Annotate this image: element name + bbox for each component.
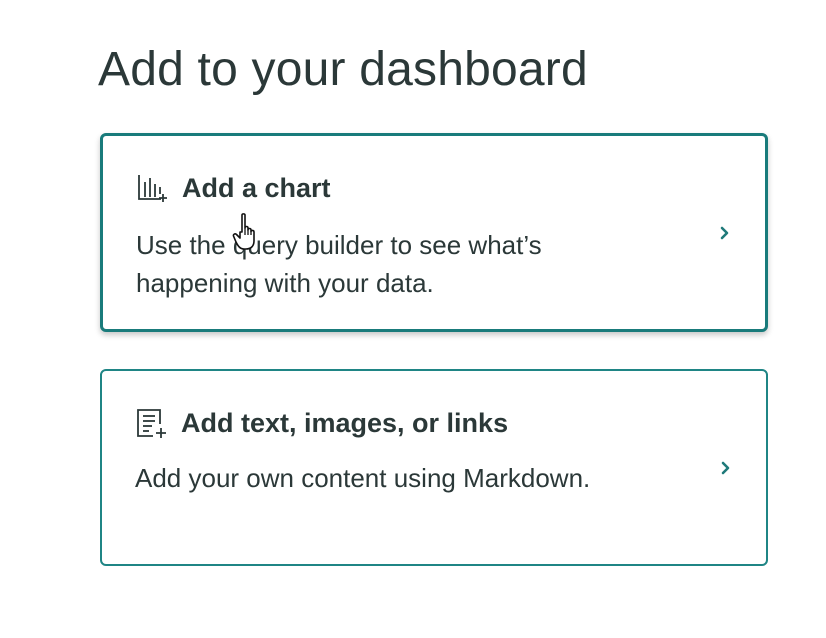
text-add-icon bbox=[135, 407, 167, 439]
chart-add-icon bbox=[136, 172, 168, 204]
card-header: Add text, images, or links bbox=[135, 407, 508, 439]
card-description: Use the query builder to see what’s happ… bbox=[136, 230, 542, 298]
add-to-dashboard-panel: Add to your dashboard Add a chart Use th… bbox=[0, 0, 826, 638]
card-header: Add a chart bbox=[136, 172, 331, 204]
add-chart-card[interactable]: Add a chart Use the query builder to see… bbox=[100, 133, 768, 332]
add-text-card[interactable]: Add text, images, or links Add your own … bbox=[100, 369, 768, 566]
card-title: Add a chart bbox=[182, 173, 331, 203]
chevron-right-icon bbox=[718, 460, 734, 476]
page-title: Add to your dashboard bbox=[98, 43, 588, 96]
card-description: Add your own content using Markdown. bbox=[135, 463, 591, 493]
card-title: Add text, images, or links bbox=[181, 408, 509, 438]
chevron-right-icon bbox=[717, 225, 733, 241]
